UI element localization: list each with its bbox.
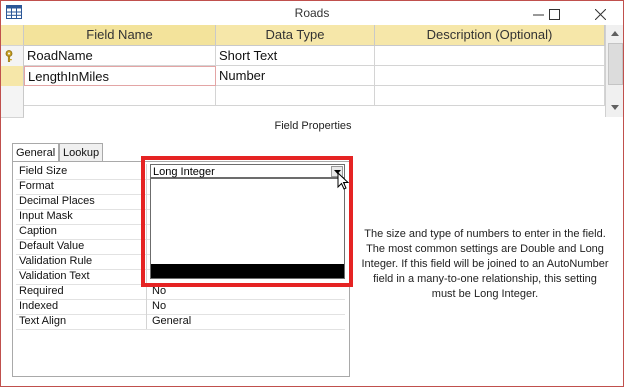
property-name: Validation Rule [16, 254, 147, 269]
data-type-cell[interactable] [216, 86, 375, 106]
scroll-thumb[interactable] [608, 43, 623, 85]
field-properties-label: Field Properties [274, 120, 352, 132]
grid-corner [1, 25, 24, 46]
highlight-box [141, 156, 353, 287]
field-design-grid: Field Name Data Type Description (Option… [1, 25, 605, 118]
property-name: Default Value [16, 239, 147, 254]
primary-key-icon [5, 50, 13, 62]
grid-vertical-scrollbar[interactable] [605, 25, 623, 117]
property-name: Decimal Places [16, 194, 147, 209]
maximize-button[interactable] [537, 3, 571, 25]
data-type-cell[interactable]: Number [216, 66, 375, 86]
title-bar: Roads [1, 1, 623, 25]
property-name: Validation Text [16, 269, 147, 284]
description-cell[interactable] [375, 46, 605, 66]
tab-lookup[interactable]: Lookup [59, 143, 104, 163]
property-name: Caption [16, 224, 147, 239]
description-cell[interactable] [375, 66, 605, 86]
property-value[interactable]: General [148, 314, 345, 329]
property-name: Indexed [16, 299, 147, 314]
table-design-window: Roads Field Name Data Type Description (… [0, 0, 624, 387]
row-selector-1[interactable] [1, 46, 24, 67]
property-value[interactable]: No [148, 299, 345, 314]
data-type-cell[interactable]: Short Text [216, 46, 375, 66]
property-name: Required [16, 284, 147, 299]
property-name: Format [16, 179, 147, 194]
property-name: Text Align [16, 314, 147, 329]
maximize-icon [548, 8, 560, 20]
property-row: Text Align General [16, 314, 345, 330]
property-name: Field Size [16, 164, 147, 179]
scroll-up-arrow-icon[interactable] [606, 25, 623, 41]
column-header-description[interactable]: Description (Optional) [375, 25, 605, 46]
row-selector-2[interactable] [1, 66, 24, 87]
row-selector-3[interactable] [1, 86, 24, 107]
scroll-down-arrow-icon[interactable] [606, 99, 623, 115]
column-header-field-name[interactable]: Field Name [24, 25, 216, 46]
description-cell[interactable] [375, 86, 605, 106]
row-selector-4[interactable] [1, 106, 24, 118]
field-name-cell[interactable]: RoadName [24, 46, 216, 66]
help-text: The size and type of numbers to enter in… [361, 228, 609, 300]
field-name-cell[interactable]: LengthInMiles [24, 66, 216, 86]
close-icon [594, 8, 606, 20]
property-row: Indexed No [16, 299, 345, 315]
close-button[interactable] [583, 3, 617, 25]
property-name: Input Mask [16, 209, 147, 224]
field-name-cell[interactable] [24, 86, 216, 106]
column-header-data-type[interactable]: Data Type [216, 25, 375, 46]
